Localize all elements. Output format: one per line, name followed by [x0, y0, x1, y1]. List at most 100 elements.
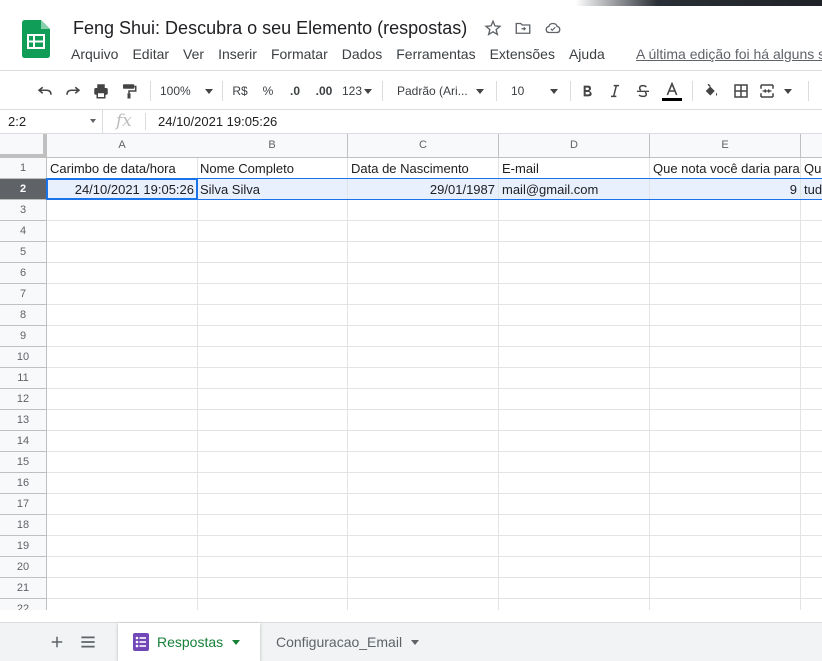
- table-cell[interactable]: [348, 515, 499, 536]
- table-cell[interactable]: [499, 473, 650, 494]
- table-cell[interactable]: [499, 221, 650, 242]
- table-cell[interactable]: [197, 389, 348, 410]
- table-cell[interactable]: [47, 599, 198, 610]
- table-cell[interactable]: [197, 494, 348, 515]
- table-cell[interactable]: [197, 347, 348, 368]
- table-cell[interactable]: [47, 368, 198, 389]
- row-header[interactable]: 3: [0, 200, 47, 221]
- table-cell[interactable]: [348, 452, 499, 473]
- menu-ver[interactable]: Ver: [176, 44, 211, 68]
- text-color-icon[interactable]: [660, 77, 684, 105]
- table-cell[interactable]: [197, 221, 348, 242]
- table-cell[interactable]: [650, 347, 801, 368]
- table-cell[interactable]: [801, 515, 822, 536]
- row-header[interactable]: 1: [0, 158, 47, 179]
- table-cell[interactable]: [348, 578, 499, 599]
- table-cell[interactable]: [47, 200, 198, 221]
- table-cell[interactable]: [47, 473, 198, 494]
- table-cell[interactable]: [197, 452, 348, 473]
- table-cell[interactable]: [650, 431, 801, 452]
- cloud-saved-icon[interactable]: [543, 18, 563, 38]
- table-cell[interactable]: [801, 263, 822, 284]
- table-cell[interactable]: Que nota você daria para: [650, 158, 801, 179]
- row-header[interactable]: 16: [0, 473, 47, 494]
- table-cell[interactable]: [650, 221, 801, 242]
- table-cell[interactable]: [499, 452, 650, 473]
- table-cell[interactable]: [197, 536, 348, 557]
- tab-respostas[interactable]: Respostas: [118, 623, 260, 661]
- table-cell[interactable]: [348, 431, 499, 452]
- menu-arquivo[interactable]: Arquivo: [64, 44, 125, 68]
- row-header[interactable]: 22: [0, 599, 47, 610]
- table-cell[interactable]: [499, 557, 650, 578]
- table-cell[interactable]: 9: [650, 179, 801, 200]
- column-header[interactable]: C: [348, 134, 499, 158]
- table-cell[interactable]: Data de Nascimento: [348, 158, 499, 179]
- table-cell[interactable]: [499, 389, 650, 410]
- table-cell[interactable]: [801, 473, 822, 494]
- more-formats-button[interactable]: 123: [340, 77, 374, 105]
- table-cell[interactable]: [197, 200, 348, 221]
- table-cell[interactable]: [197, 599, 348, 610]
- table-cell[interactable]: [801, 599, 822, 610]
- table-cell[interactable]: [650, 494, 801, 515]
- table-cell[interactable]: [47, 452, 198, 473]
- menu-extensoes[interactable]: Extensões: [483, 44, 562, 68]
- star-icon[interactable]: [483, 18, 503, 38]
- increase-decimal-button[interactable]: .00: [311, 77, 337, 105]
- menu-formatar[interactable]: Formatar: [264, 44, 335, 68]
- table-cell[interactable]: [650, 368, 801, 389]
- row-header[interactable]: 2: [0, 179, 47, 200]
- table-cell[interactable]: [499, 326, 650, 347]
- select-all-corner[interactable]: [0, 134, 47, 158]
- table-cell[interactable]: [197, 557, 348, 578]
- table-cell[interactable]: [47, 284, 198, 305]
- paint-format-icon[interactable]: [116, 77, 142, 105]
- table-cell[interactable]: [801, 536, 822, 557]
- table-cell[interactable]: [499, 599, 650, 610]
- table-cell[interactable]: [650, 263, 801, 284]
- row-header[interactable]: 18: [0, 515, 47, 536]
- table-cell[interactable]: [197, 263, 348, 284]
- table-cell[interactable]: [47, 242, 198, 263]
- table-cell[interactable]: [197, 326, 348, 347]
- table-cell[interactable]: [650, 242, 801, 263]
- table-cell[interactable]: [47, 221, 198, 242]
- table-cell[interactable]: [348, 347, 499, 368]
- column-header[interactable]: [801, 134, 822, 158]
- table-cell[interactable]: [650, 200, 801, 221]
- table-cell[interactable]: [650, 410, 801, 431]
- table-cell[interactable]: [801, 431, 822, 452]
- table-cell[interactable]: [47, 263, 198, 284]
- table-cell[interactable]: [47, 347, 198, 368]
- table-cell[interactable]: [801, 452, 822, 473]
- table-cell[interactable]: [499, 515, 650, 536]
- table-cell[interactable]: [47, 515, 198, 536]
- table-cell[interactable]: [801, 557, 822, 578]
- menu-ajuda[interactable]: Ajuda: [562, 44, 612, 68]
- table-cell[interactable]: [650, 599, 801, 610]
- table-cell[interactable]: [348, 221, 499, 242]
- table-cell[interactable]: [348, 410, 499, 431]
- table-cell[interactable]: [801, 284, 822, 305]
- menu-dados[interactable]: Dados: [335, 44, 389, 68]
- table-cell[interactable]: [499, 410, 650, 431]
- chevron-down-icon[interactable]: [411, 639, 420, 645]
- menu-editar[interactable]: Editar: [125, 44, 176, 68]
- table-cell[interactable]: [801, 578, 822, 599]
- formula-input[interactable]: 24/10/2021 19:05:26: [158, 114, 277, 129]
- table-cell[interactable]: [499, 494, 650, 515]
- table-cell[interactable]: [197, 284, 348, 305]
- undo-icon[interactable]: [32, 77, 58, 105]
- font-family-select[interactable]: Padrão (Ari...: [390, 77, 490, 105]
- bold-icon[interactable]: [576, 77, 598, 105]
- row-header[interactable]: 14: [0, 431, 47, 452]
- column-header[interactable]: D: [499, 134, 650, 158]
- table-cell[interactable]: [348, 599, 499, 610]
- percent-format-button[interactable]: %: [258, 77, 278, 105]
- table-cell[interactable]: [499, 368, 650, 389]
- table-cell[interactable]: [801, 221, 822, 242]
- table-cell[interactable]: [348, 263, 499, 284]
- table-cell[interactable]: [650, 452, 801, 473]
- menu-inserir[interactable]: Inserir: [211, 44, 264, 68]
